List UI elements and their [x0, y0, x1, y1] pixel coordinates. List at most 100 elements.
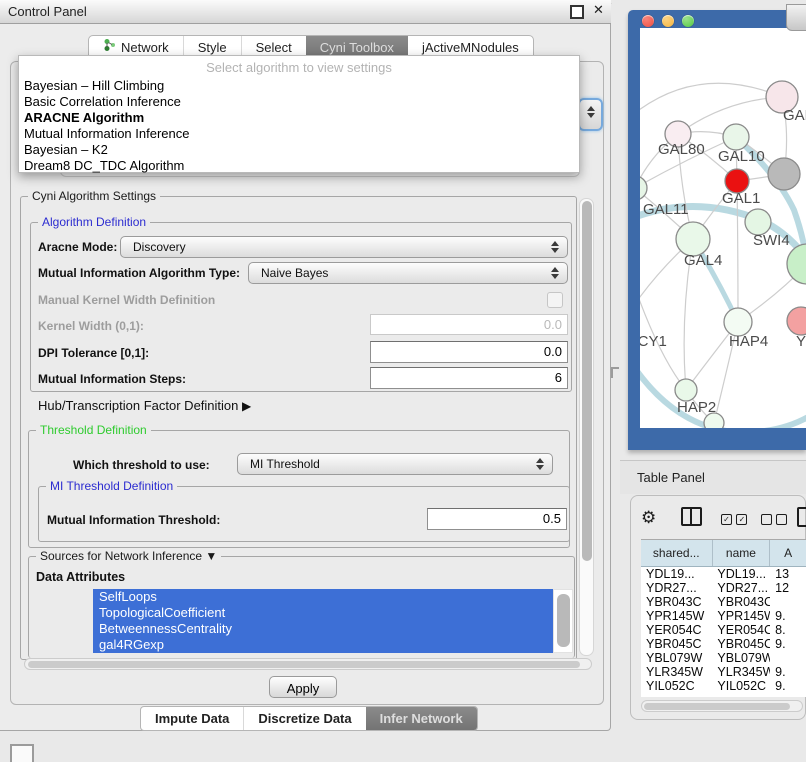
- select-all-icon[interactable]: ✓ ✓: [721, 511, 747, 529]
- settings-vscrollbar-thumb[interactable]: [582, 201, 592, 561]
- zoom-traffic-light[interactable]: [682, 15, 694, 27]
- control-panel-titlebar: Control Panel ✕: [0, 0, 611, 24]
- combo-arrows-icon: [551, 267, 560, 279]
- table-row[interactable]: YIL052CYIL052C9.: [641, 679, 806, 693]
- hub-definition-toggle[interactable]: Hub/Transcription Factor Definition ▶: [38, 398, 251, 413]
- algorithm-option-bayesian-hill-climbing[interactable]: Bayesian – Hill Climbing: [19, 78, 579, 94]
- network-node[interactable]: [768, 158, 800, 190]
- table-row[interactable]: YDR27...YDR27...12: [641, 581, 806, 595]
- node-label-gcy1: GCY1: [640, 333, 667, 350]
- gear-icon[interactable]: ⚙: [641, 508, 656, 528]
- table-hscrollbar-thumb[interactable]: [644, 703, 790, 710]
- table-cell: 9.: [770, 637, 806, 651]
- algorithm-option-dream8-dc-tdc-algorithm[interactable]: Dream8 DC_TDC Algorithm: [19, 158, 579, 174]
- settings-vscrollbar[interactable]: [579, 198, 594, 656]
- float-window-icon[interactable]: [570, 5, 584, 19]
- node-label-gal10: GAL10: [718, 148, 765, 165]
- attribute-selfloops[interactable]: SelfLoops: [93, 589, 553, 605]
- kernel-width-field[interactable]: 0.0: [370, 314, 568, 335]
- table-cell: 8.: [770, 623, 806, 637]
- table-cell: YPR145W: [712, 609, 770, 623]
- table-panel-window: ⚙ ✓ ✓ shared...nameA YDL19...YDL19...13Y…: [630, 495, 806, 720]
- settings-hscrollbar-thumb[interactable]: [28, 661, 580, 668]
- network-node-gal10[interactable]: [723, 124, 749, 150]
- attribute-topologicalcoefficient[interactable]: TopologicalCoefficient: [93, 605, 553, 621]
- combo-arrows-icon: [551, 241, 560, 253]
- table-row[interactable]: YLR345WYLR345W9.: [641, 665, 806, 679]
- network-edge: [640, 83, 782, 113]
- tab-infer-network[interactable]: Infer Network: [366, 707, 477, 730]
- tab-label: Impute Data: [155, 707, 229, 730]
- dpi-tolerance-field[interactable]: 0.0: [370, 341, 568, 363]
- attributes-scrollbar[interactable]: [553, 589, 573, 653]
- network-canvas[interactable]: GALGAL80GAL10GAL1GAL11SWI4GAL4GCY1HAP4YH…: [640, 28, 806, 428]
- mi-steps-label: Mutual Information Steps:: [38, 372, 186, 386]
- tab-discretize-data[interactable]: Discretize Data: [243, 707, 365, 730]
- node-label-hap4: HAP4: [729, 333, 768, 350]
- split-columns-divider: [690, 509, 692, 524]
- column-header-shared[interactable]: shared...: [641, 540, 713, 566]
- table-cell: YDR27...: [712, 581, 770, 595]
- minimize-traffic-light[interactable]: [662, 15, 674, 27]
- algorithm-option-mutual-information-inference[interactable]: Mutual Information Inference: [19, 126, 579, 142]
- network-node-gal11[interactable]: [640, 176, 647, 200]
- file-icon[interactable]: [797, 507, 806, 527]
- table-body: YDL19...YDL19...13YDR27...YDR27...12YBR0…: [641, 567, 806, 693]
- dropdown-prompt: Select algorithm to view settings: [19, 58, 579, 78]
- table-row[interactable]: YPR145WYPR145W9.: [641, 609, 806, 623]
- network-node-gal4[interactable]: [676, 222, 710, 256]
- attribute-betweennesscentrality[interactable]: BetweennessCentrality: [93, 621, 553, 637]
- sources-group-title: Sources for Network Inference ▼: [36, 549, 221, 563]
- node-label-gal80: GAL80: [658, 141, 705, 158]
- minimized-panel-icon[interactable]: [10, 744, 34, 762]
- which-threshold-combo[interactable]: MI Threshold: [237, 453, 553, 475]
- dpi-tolerance-value: 0.0: [544, 344, 562, 359]
- table-row[interactable]: YBR045CYBR045C9.: [641, 637, 806, 651]
- table-cell: YBL079W: [641, 651, 712, 665]
- table-row[interactable]: YBL079WYBL079W: [641, 651, 806, 665]
- apply-button[interactable]: Apply: [269, 676, 337, 698]
- manual-kernel-checkbox[interactable]: [547, 292, 563, 308]
- network-node[interactable]: [787, 244, 806, 284]
- network-node-y[interactable]: [787, 307, 806, 335]
- data-attributes-label: Data Attributes: [36, 570, 125, 584]
- close-icon[interactable]: ✕: [593, 2, 604, 18]
- attribute-gal4rgexp[interactable]: gal4RGexp: [93, 637, 553, 653]
- table-cell: YDL19...: [712, 567, 770, 581]
- network-node-hap4[interactable]: [724, 308, 752, 336]
- algorithm-option-bayesian-k2[interactable]: Bayesian – K2: [19, 142, 579, 158]
- table-row[interactable]: YDL19...YDL19...13: [641, 567, 806, 581]
- network-node[interactable]: [704, 413, 724, 428]
- node-table: shared...nameA YDL19...YDL19...13YDR27..…: [641, 539, 806, 697]
- expand-right-icon[interactable]: ▶: [242, 399, 251, 413]
- deselect-all-icon[interactable]: [761, 511, 787, 529]
- collapse-down-icon[interactable]: ▼: [205, 549, 217, 563]
- threshold-definition-title: Threshold Definition: [36, 423, 151, 437]
- column-header-name[interactable]: name: [713, 540, 771, 566]
- table-cell: [770, 595, 806, 609]
- mi-threshold-field[interactable]: 0.5: [427, 508, 567, 530]
- table-cell: [770, 651, 806, 665]
- tab-label: Discretize Data: [258, 707, 351, 730]
- settings-group-title: Cyni Algorithm Settings: [28, 189, 160, 203]
- attributes-scrollbar-thumb[interactable]: [557, 594, 570, 647]
- table-cell: 9.: [770, 679, 806, 693]
- algorithm-option-basic-correlation-inference[interactable]: Basic Correlation Inference: [19, 94, 579, 110]
- mi-steps-field[interactable]: 6: [370, 367, 568, 389]
- table-cell: YBR043C: [641, 595, 712, 609]
- split-columns-icon[interactable]: [681, 507, 702, 526]
- focused-combo-fragment[interactable]: [578, 98, 603, 131]
- table-row[interactable]: YER054CYER054C8.: [641, 623, 806, 637]
- settings-hscrollbar[interactable]: [24, 658, 592, 670]
- toolbar-button-fragment: [786, 4, 806, 31]
- aracne-mode-combo[interactable]: Discovery: [120, 236, 568, 258]
- close-traffic-light[interactable]: [642, 15, 654, 27]
- panel-splitter-handle[interactable]: [611, 367, 619, 378]
- algorithm-option-aracne-algorithm[interactable]: ARACNE Algorithm: [19, 110, 579, 126]
- table-hscrollbar[interactable]: [641, 700, 803, 712]
- column-header-a[interactable]: A: [770, 540, 806, 566]
- network-node-hap2[interactable]: [675, 379, 697, 401]
- tab-impute-data[interactable]: Impute Data: [141, 707, 243, 730]
- mi-type-combo[interactable]: Naive Bayes: [248, 262, 568, 284]
- table-row[interactable]: YBR043CYBR043C: [641, 595, 806, 609]
